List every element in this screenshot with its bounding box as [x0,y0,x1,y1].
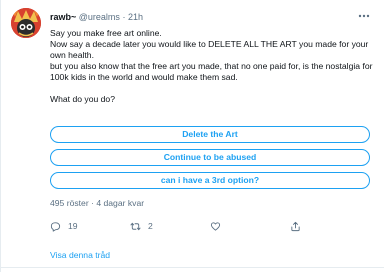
avatar[interactable] [11,8,41,38]
tweet-timestamp[interactable]: 21h [128,12,143,22]
tweet-text-line: What do you do? [50,94,115,104]
header-separator: · [122,12,126,22]
like-button[interactable] [210,218,228,234]
reply-button[interactable]: 19 [50,218,78,234]
tweet-header: rawb~ @urealms · 21h [50,12,143,23]
user-handle[interactable]: @urealms [79,12,120,22]
more-dots-icon[interactable] [358,9,370,21]
tweet-divider [1,267,384,268]
reply-icon [50,221,61,232]
tweet-text-line: Now say a decade later you would like to… [50,39,369,60]
reply-count: 19 [68,221,78,231]
tweet-text-line: Say you make free art online. [50,28,162,38]
tweet-text-line: but you also know that the free art you … [50,61,373,82]
show-thread-link[interactable]: Visa denna tråd [50,250,110,260]
heart-icon [210,221,221,231]
display-name[interactable]: rawb~ [50,12,76,22]
poll-option-continue[interactable]: Continue to be abused [50,149,370,166]
share-icon [291,221,300,231]
retweet-button[interactable]: 2 [130,218,153,234]
poll: Delete the Art Continue to be abused can… [50,126,370,195]
tweet-text: Say you make free art online. Now say a … [50,28,375,105]
poll-option-delete-art[interactable]: Delete the Art [50,126,370,143]
poll-meta: 495 röster · 4 dagar kvar [50,198,145,208]
tweet-actions: 19 2 [50,218,370,234]
retweet-icon [130,222,141,230]
tweet-card[interactable]: rawb~ @urealms · 21h Say you make free a… [0,0,384,272]
avatar-image [11,8,41,38]
share-button[interactable] [290,218,308,234]
poll-option-third[interactable]: can i have a 3rd option? [50,172,370,189]
retweet-count: 2 [148,221,153,231]
